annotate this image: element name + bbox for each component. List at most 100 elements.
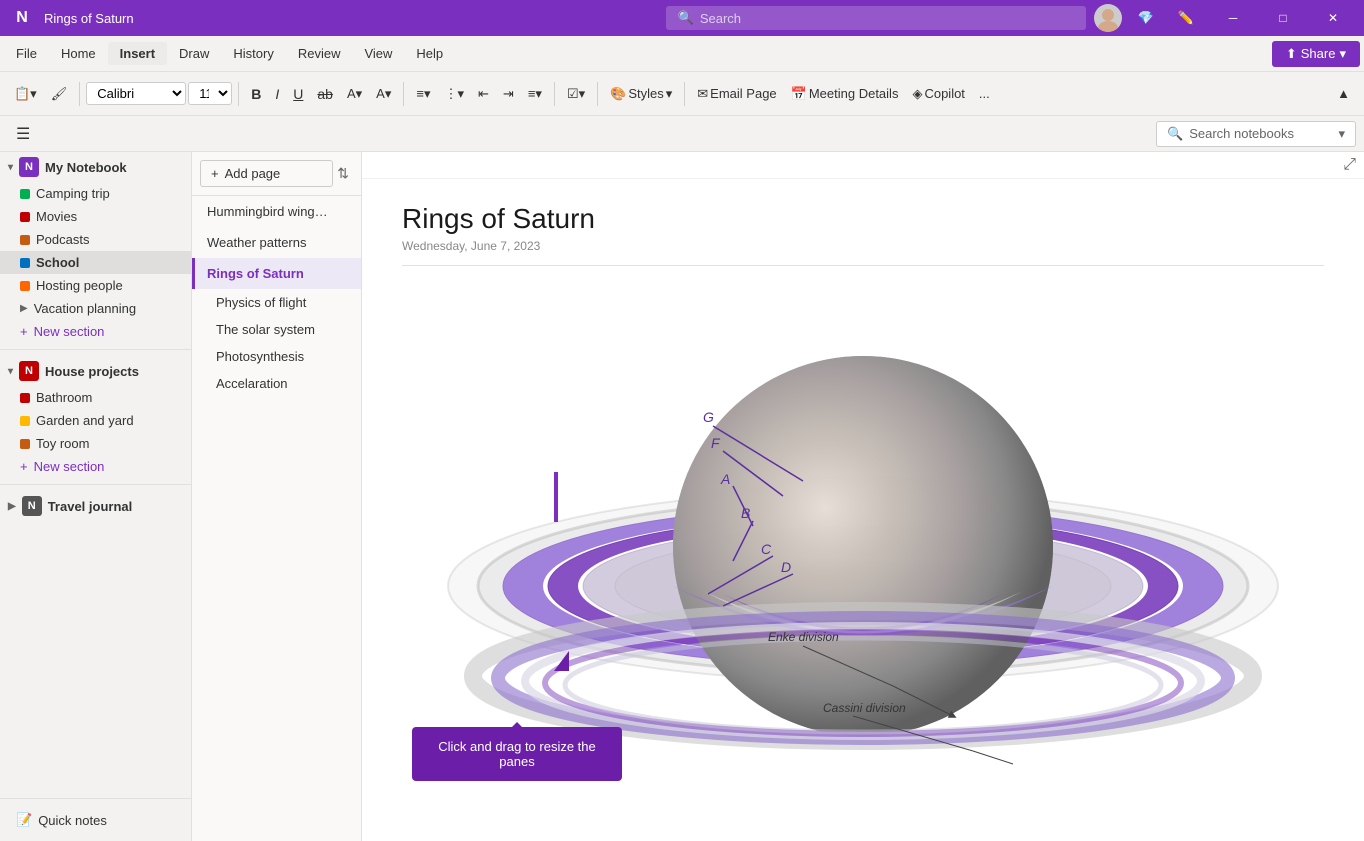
bullets-button[interactable]: ≡▾ [410,82,436,106]
clipboard-button[interactable]: 📋▾ [8,82,43,106]
share-button[interactable]: ⬆ Share ▾ [1272,41,1360,67]
toolbar-sep-3 [403,82,404,106]
font-color-button[interactable]: A▾ [370,82,397,106]
onenote-logo: N [8,4,36,32]
sidebar-item-label: Hosting people [36,278,123,293]
content-area: ⤢ Rings of Saturn Wednesday, June 7, 202… [362,152,1364,841]
format-painter-button[interactable]: 🖌 [45,82,74,106]
travel-journal-header[interactable]: ▶ N Travel journal [0,491,191,521]
search-notebooks-icon: 🔍 [1167,126,1183,142]
sidebar-item-bathroom[interactable]: Bathroom [0,386,191,409]
house-chevron: ▾ [8,366,13,377]
sub-toolbar: ☰ 🔍 Search notebooks ▾ [0,116,1364,152]
sidebar-item-vacation[interactable]: ▶ Vacation planning [0,297,191,320]
pen-button[interactable]: ✏️ [1170,6,1202,30]
house-notebook-icon: N [19,361,39,381]
page-item-accelaration[interactable]: Accelaration [192,370,361,397]
sidebar-item-school[interactable]: School [0,251,191,274]
underline-button[interactable]: U [287,82,309,106]
sidebar-item-hosting[interactable]: Hosting people [0,274,191,297]
podcasts-dot [20,235,30,245]
toolbar-expand-button[interactable]: ▲ [1331,82,1356,105]
indent-button[interactable]: ⇥ [497,82,520,106]
align-button[interactable]: ≡▾ [522,82,548,106]
global-search[interactable]: 🔍 [666,6,1086,30]
numbering-button[interactable]: ⋮▾ [438,82,470,106]
styles-button[interactable]: 🎨 Styles ▾ [604,82,678,106]
house-projects-header[interactable]: ▾ N House projects [0,356,191,386]
sidebar-item-label: Bathroom [36,390,92,405]
page-item-hummingbird[interactable]: Hummingbird wing… [192,196,361,227]
calendar-icon: 📅 [791,86,807,102]
font-select[interactable]: Calibri [86,82,186,105]
strikethrough-button[interactable]: ab [311,82,339,106]
sidebar-item-garden[interactable]: Garden and yard [0,409,191,432]
resize-handle[interactable] [554,472,558,522]
more-button[interactable]: ... [973,82,996,105]
hosting-dot [20,281,30,291]
svg-text:D: D [781,559,791,575]
share-icon: ⬆ [1286,46,1297,62]
sort-button[interactable]: ⇅ [333,161,353,186]
house-projects-label: House projects [45,364,139,379]
menu-insert[interactable]: Insert [108,42,167,65]
sidebar-item-movies[interactable]: Movies [0,205,191,228]
page-item-weather[interactable]: Weather patterns [192,227,361,258]
menu-home[interactable]: Home [49,42,108,65]
menu-review[interactable]: Review [286,42,353,65]
diamond-button[interactable]: 💎 [1130,6,1162,30]
hamburger-button[interactable]: ☰ [8,120,38,148]
sidebar-item-toyroom[interactable]: Toy room [0,432,191,455]
sidebar-item-label: School [36,255,79,270]
menu-view[interactable]: View [352,42,404,65]
new-section-house[interactable]: + New section [0,455,191,478]
sidebar-item-camping[interactable]: Camping trip [0,182,191,205]
highlight-button[interactable]: A▾ [341,82,368,106]
toyroom-dot [20,439,30,449]
svg-text:Cassini division: Cassini division [823,701,906,715]
menu-help[interactable]: Help [404,42,455,65]
styles-icon: 🎨 [610,86,626,102]
checkbox-button[interactable]: ☑▾ [561,82,591,106]
font-size-select[interactable]: 11 [188,82,232,105]
window-title: Rings of Saturn [44,11,658,26]
plus-icon: + [20,324,28,339]
page-item-photosynthesis[interactable]: Photosynthesis [192,343,361,370]
bold-button[interactable]: B [245,82,267,106]
title-bar: N Rings of Saturn 🔍 💎 ✏️ ─ □ ✕ [0,0,1364,36]
menu-history[interactable]: History [221,42,285,65]
page-item-saturn[interactable]: Rings of Saturn [192,258,361,289]
page-item-physics[interactable]: Physics of flight [192,289,361,316]
email-page-button[interactable]: ✉ Email Page [691,82,782,106]
menu-draw[interactable]: Draw [167,42,221,65]
my-notebook-icon: N [19,157,39,177]
toolbar-sep-1 [79,82,80,106]
sidebar: ▾ N My Notebook Camping trip Movies Podc… [0,152,192,841]
outdent-button[interactable]: ⇤ [472,82,495,106]
copilot-button[interactable]: ◈ Copilot [906,82,970,106]
toolbar: 📋▾ 🖌 Calibri 11 B I U ab A▾ A▾ ≡▾ ⋮▾ ⇤ ⇥… [0,72,1364,116]
search-notebooks-button[interactable]: 🔍 Search notebooks ▾ [1156,121,1356,147]
minimize-button[interactable]: ─ [1210,0,1256,36]
avatar[interactable] [1094,4,1122,32]
my-notebook-header[interactable]: ▾ N My Notebook [0,152,191,182]
resize-tooltip: Click and drag to resize the panes [412,727,622,781]
bathroom-dot [20,393,30,403]
svg-text:C: C [761,541,772,557]
add-page-button[interactable]: + Add page [200,160,333,187]
quick-notes-button[interactable]: 📝 Quick notes [8,807,183,833]
sidebar-item-podcasts[interactable]: Podcasts [0,228,191,251]
close-button[interactable]: ✕ [1310,0,1356,36]
page-item-solar[interactable]: The solar system [192,316,361,343]
search-input[interactable] [700,11,1074,26]
menu-file[interactable]: File [4,42,49,65]
maximize-button[interactable]: □ [1260,0,1306,36]
new-section-my-notebook[interactable]: + New section [0,320,191,343]
italic-button[interactable]: I [269,82,285,106]
meeting-details-button[interactable]: 📅 Meeting Details [785,82,905,106]
toolbar-sep-4 [554,82,555,106]
page-title[interactable]: Rings of Saturn [402,203,1324,235]
copilot-icon: ◈ [912,86,922,102]
expand-content-button[interactable]: ⤢ [1343,156,1356,174]
toolbar-sep-2 [238,82,239,106]
